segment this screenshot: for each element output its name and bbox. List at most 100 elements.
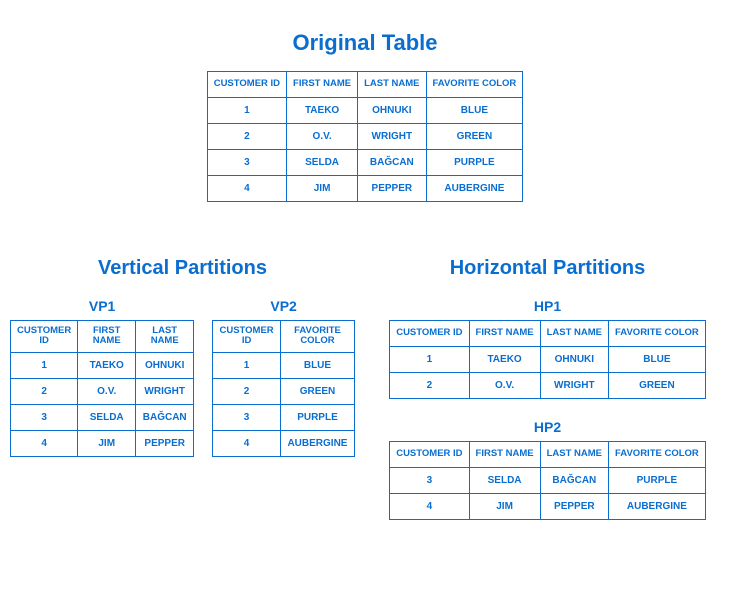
cell-id: 4 — [11, 430, 78, 456]
cell-id: 4 — [390, 494, 469, 520]
table-row: 1 BLUE — [213, 352, 355, 378]
table-row: 4 AUBERGINE — [213, 430, 355, 456]
cell-first: JIM — [78, 430, 136, 456]
col-last-name: LAST NAME — [358, 72, 426, 98]
col-favorite-color: FAVORITE COLOR — [280, 321, 354, 353]
cell-last: OHNUKI — [136, 352, 194, 378]
col-last-name: LAST NAME — [540, 442, 608, 468]
cell-first: O.V. — [78, 378, 136, 404]
cell-first: SELDA — [287, 150, 358, 176]
cell-color: BLUE — [426, 98, 523, 124]
cell-first: O.V. — [287, 124, 358, 150]
cell-id: 1 — [207, 98, 286, 124]
cell-last: OHNUKI — [358, 98, 426, 124]
cell-last: WRIGHT — [136, 378, 194, 404]
cell-color: GREEN — [609, 373, 706, 399]
table-header-row: CUSTOMER ID FAVORITE COLOR — [213, 321, 355, 353]
hp2-table: CUSTOMER ID FIRST NAME LAST NAME FAVORIT… — [389, 441, 706, 520]
cell-last: BAĞCAN — [358, 150, 426, 176]
cell-id: 3 — [11, 404, 78, 430]
hp1-title: HP1 — [534, 298, 561, 314]
cell-first: TAEKO — [78, 352, 136, 378]
cell-last: PEPPER — [540, 494, 608, 520]
cell-color: PURPLE — [609, 468, 706, 494]
cell-last: BAĞCAN — [136, 404, 194, 430]
original-table: CUSTOMER ID FIRST NAME LAST NAME FAVORIT… — [207, 71, 524, 202]
hp1-table: CUSTOMER ID FIRST NAME LAST NAME FAVORIT… — [389, 320, 706, 399]
cell-last: BAĞCAN — [540, 468, 608, 494]
col-first-name: FIRST NAME — [469, 442, 540, 468]
table-row: 3 SELDA BAĞCAN PURPLE — [207, 150, 523, 176]
table-row: 4 JIM PEPPER AUBERGINE — [207, 176, 523, 202]
table-row: 3 PURPLE — [213, 404, 355, 430]
cell-first: SELDA — [78, 404, 136, 430]
cell-color: AUBERGINE — [280, 430, 354, 456]
col-favorite-color: FAVORITE COLOR — [609, 442, 706, 468]
original-table-section: Original Table CUSTOMER ID FIRST NAME LA… — [10, 30, 720, 202]
table-header-row: CUSTOMER ID FIRST NAME LAST NAME FAVORIT… — [390, 442, 706, 468]
cell-first: TAEKO — [287, 98, 358, 124]
horizontal-partitions: Horizontal Partitions HP1 CUSTOMER ID FI… — [375, 257, 720, 520]
cell-last: WRIGHT — [358, 124, 426, 150]
cell-id: 3 — [390, 468, 469, 494]
col-customer-id: CUSTOMER ID — [390, 321, 469, 347]
col-customer-id: CUSTOMER ID — [207, 72, 286, 98]
col-favorite-color: FAVORITE COLOR — [426, 72, 523, 98]
col-first-name: FIRST NAME — [78, 321, 136, 353]
col-first-name: FIRST NAME — [469, 321, 540, 347]
cell-color: GREEN — [426, 124, 523, 150]
table-row: 1 TAEKO OHNUKI BLUE — [207, 98, 523, 124]
cell-id: 2 — [390, 373, 469, 399]
vp1-table: CUSTOMER ID FIRST NAME LAST NAME 1 TAEKO… — [10, 320, 194, 457]
cell-last: OHNUKI — [540, 347, 608, 373]
col-first-name: FIRST NAME — [287, 72, 358, 98]
cell-color: AUBERGINE — [426, 176, 523, 202]
cell-id: 2 — [11, 378, 78, 404]
table-row: 4 JIM PEPPER AUBERGINE — [390, 494, 706, 520]
hp2-title: HP2 — [534, 419, 561, 435]
cell-first: TAEKO — [469, 347, 540, 373]
cell-color: GREEN — [280, 378, 354, 404]
col-customer-id: CUSTOMER ID — [213, 321, 281, 353]
cell-id: 2 — [207, 124, 286, 150]
cell-id: 4 — [213, 430, 281, 456]
cell-last: WRIGHT — [540, 373, 608, 399]
cell-id: 1 — [11, 352, 78, 378]
table-header-row: CUSTOMER ID FIRST NAME LAST NAME — [11, 321, 194, 353]
cell-id: 1 — [390, 347, 469, 373]
hp1-block: HP1 CUSTOMER ID FIRST NAME LAST NAME FAV… — [389, 290, 706, 399]
partitions-section: Vertical Partitions VP1 CUSTOMER ID FIRS… — [10, 257, 720, 520]
table-row: 2 O.V. WRIGHT — [11, 378, 194, 404]
table-row: 3 SELDA BAĞCAN PURPLE — [390, 468, 706, 494]
col-customer-id: CUSTOMER ID — [11, 321, 78, 353]
horizontal-title: Horizontal Partitions — [375, 257, 720, 280]
cell-first: JIM — [287, 176, 358, 202]
table-row: 3 SELDA BAĞCAN — [11, 404, 194, 430]
vp1-title: VP1 — [89, 298, 115, 314]
cell-id: 2 — [213, 378, 281, 404]
cell-last: PEPPER — [136, 430, 194, 456]
cell-color: PURPLE — [426, 150, 523, 176]
cell-color: AUBERGINE — [609, 494, 706, 520]
table-header-row: CUSTOMER ID FIRST NAME LAST NAME FAVORIT… — [390, 321, 706, 347]
table-row: 2 O.V. WRIGHT GREEN — [390, 373, 706, 399]
vp2-title: VP2 — [270, 298, 296, 314]
cell-first: SELDA — [469, 468, 540, 494]
vertical-partitions: Vertical Partitions VP1 CUSTOMER ID FIRS… — [10, 257, 355, 457]
cell-first: JIM — [469, 494, 540, 520]
table-header-row: CUSTOMER ID FIRST NAME LAST NAME FAVORIT… — [207, 72, 523, 98]
cell-id: 1 — [213, 352, 281, 378]
col-favorite-color: FAVORITE COLOR — [609, 321, 706, 347]
table-row: 1 TAEKO OHNUKI BLUE — [390, 347, 706, 373]
col-customer-id: CUSTOMER ID — [390, 442, 469, 468]
vp2-table: CUSTOMER ID FAVORITE COLOR 1 BLUE 2 GREE… — [212, 320, 355, 457]
vertical-title: Vertical Partitions — [10, 257, 355, 280]
vp2-block: VP2 CUSTOMER ID FAVORITE COLOR 1 BLUE — [212, 290, 355, 457]
cell-color: BLUE — [609, 347, 706, 373]
col-last-name: LAST NAME — [540, 321, 608, 347]
table-row: 2 GREEN — [213, 378, 355, 404]
vp1-block: VP1 CUSTOMER ID FIRST NAME LAST NAME 1 T… — [10, 290, 194, 457]
hp2-block: HP2 CUSTOMER ID FIRST NAME LAST NAME FAV… — [389, 411, 706, 520]
cell-last: PEPPER — [358, 176, 426, 202]
original-title: Original Table — [10, 30, 720, 56]
